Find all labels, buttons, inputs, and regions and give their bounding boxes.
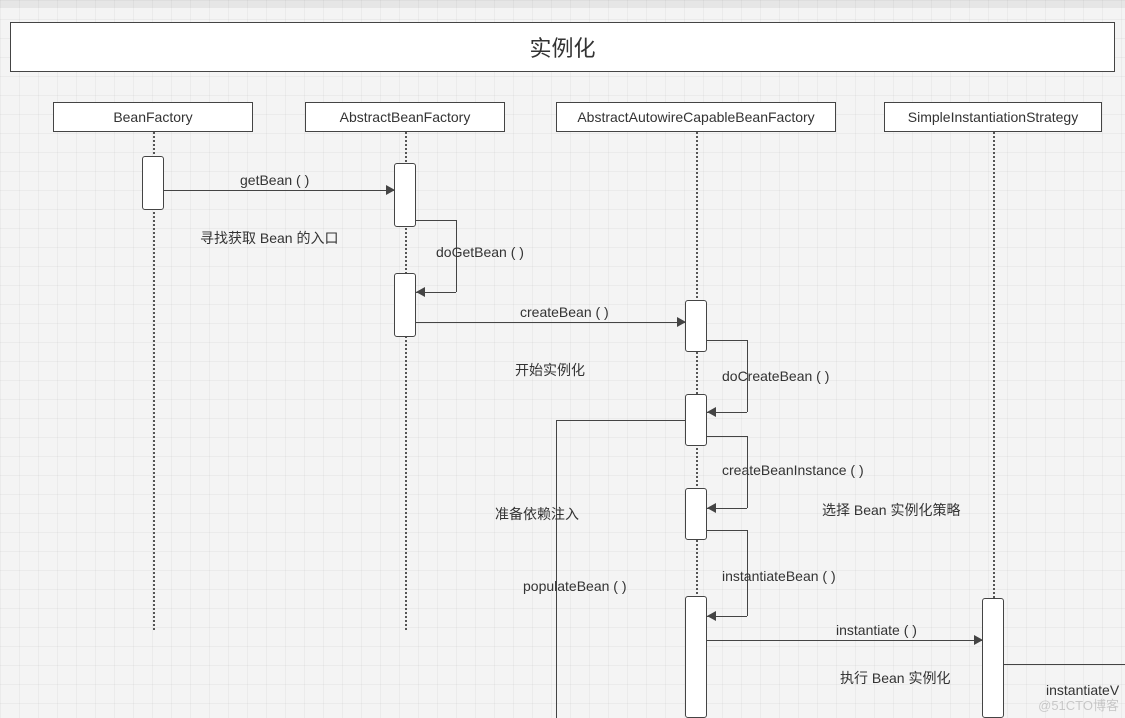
msg-dogetbean-label: doGetBean ( ) <box>436 244 524 260</box>
participant-label: SimpleInstantiationStrategy <box>908 109 1078 125</box>
msg-instantiate-line <box>707 640 982 641</box>
participant-label: AbstractAutowireCapableBeanFactory <box>577 109 814 125</box>
participant-label: AbstractBeanFactory <box>340 109 471 125</box>
participant-abstractbeanfactory: AbstractBeanFactory <box>305 102 505 132</box>
msg-getbean-line <box>164 190 394 191</box>
diagram-canvas: 实例化 BeanFactory AbstractBeanFactory Abst… <box>0 0 1125 718</box>
msg-getbean-arrow <box>386 185 395 195</box>
msg-instantiatev-out <box>1004 664 1125 665</box>
msg-docreatebean-out <box>707 340 747 341</box>
note-getbean: 寻找获取 Bean 的入口 <box>200 228 338 248</box>
msg-instantiatebean-out <box>707 530 747 531</box>
msg-createbeaninstance-label: createBeanInstance ( ) <box>722 462 864 478</box>
msg-createbeaninstance-out <box>707 436 747 437</box>
note-createbean: 开始实例化 <box>515 360 585 380</box>
msg-createbean-arrow <box>677 317 686 327</box>
activation-abstractbeanfactory-2 <box>394 273 416 337</box>
participant-label: BeanFactory <box>113 109 192 125</box>
participant-beanfactory: BeanFactory <box>53 102 253 132</box>
activation-abstractbeanfactory-1 <box>394 163 416 227</box>
diagram-title: 实例化 <box>10 22 1115 72</box>
note-createbeaninstance: 选择 Bean 实例化策略 <box>822 500 960 520</box>
activation-aacbf-1 <box>685 300 707 352</box>
activation-sis <box>982 598 1004 718</box>
watermark: @51CTO博客 <box>1038 695 1119 714</box>
msg-createbeaninstance-arrow <box>707 503 716 513</box>
populatebean-continuation <box>556 420 557 718</box>
msg-instantiate-arrow <box>974 635 983 645</box>
msg-instantiatebean-label: instantiateBean ( ) <box>722 568 836 584</box>
msg-createbean-line <box>416 322 685 323</box>
activation-beanfactory <box>142 156 164 210</box>
diagram-title-text: 实例化 <box>529 31 595 63</box>
participant-abstractautowirecapablebeanfactory: AbstractAutowireCapableBeanFactory <box>556 102 836 132</box>
msg-dogetbean-out <box>416 220 456 221</box>
msg-dogetbean-arrow <box>416 287 425 297</box>
activation-aacbf-3 <box>685 488 707 540</box>
note-populatebean: 准备依赖注入 <box>495 504 579 524</box>
msg-instantiatebean-arrow <box>707 611 716 621</box>
msg-instantiate-label: instantiate ( ) <box>836 622 917 638</box>
msg-populatebean-line <box>556 420 685 421</box>
msg-docreatebean-arrow <box>707 407 716 417</box>
activation-aacbf-2 <box>685 394 707 446</box>
activation-aacbf-4 <box>685 596 707 718</box>
msg-populatebean-label: populateBean ( ) <box>523 578 627 594</box>
msg-createbean-label: createBean ( ) <box>520 304 609 320</box>
msg-docreatebean-label: doCreateBean ( ) <box>722 368 829 384</box>
note-instantiate: 执行 Bean 实例化 <box>840 668 950 688</box>
participant-simpleinstantiationstrategy: SimpleInstantiationStrategy <box>884 102 1102 132</box>
msg-getbean-label: getBean ( ) <box>240 172 309 188</box>
